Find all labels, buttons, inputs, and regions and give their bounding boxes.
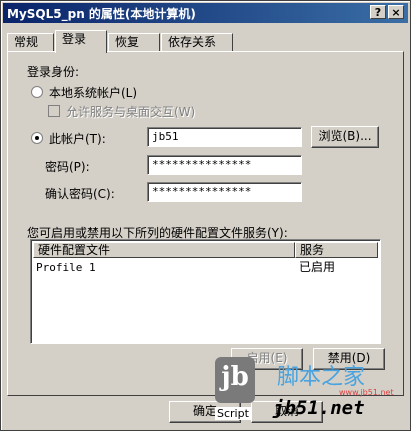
tab-general[interactable]: 常规 (7, 33, 54, 51)
column-header-profile[interactable]: 硬件配置文件 (33, 242, 295, 258)
tab-logon[interactable]: 登录 (55, 30, 107, 53)
site-watermark: jb Script 脚本之家 jb51.net www.jb51.net (215, 355, 411, 431)
account-input[interactable]: jb51 (147, 127, 302, 147)
hardware-profiles-list[interactable]: 硬件配置文件 服务 Profile 1 已启用 (30, 239, 381, 344)
logon-as-heading: 登录身份: (27, 65, 80, 79)
watermark-site-cn: 脚本之家 (277, 365, 366, 390)
radio-selected-dot (35, 136, 39, 140)
logon-panel: 登录身份: 本地系统帐户(L) 允许服务与桌面交互(W) 此帐户(T): jb5… (7, 51, 404, 396)
allow-desktop-checkbox[interactable] (48, 105, 60, 117)
help-button[interactable]: ? (370, 5, 386, 19)
watermark-script-text: Script (215, 407, 251, 420)
browse-button[interactable]: 浏览(B)... (311, 126, 379, 148)
table-row-profile[interactable]: Profile 1 (36, 260, 96, 275)
watermark-site-small: www.jb51.net (339, 388, 394, 397)
confirm-password-input[interactable]: *************** (147, 182, 302, 202)
tab-recovery-label: 恢复 (115, 35, 140, 49)
tab-recovery[interactable]: 恢复 (108, 33, 160, 51)
title-bar[interactable]: MySQL5_pn 的属性(本地计算机) ? × (3, 3, 408, 23)
this-account-radio[interactable] (31, 132, 43, 144)
table-row-service[interactable]: 已启用 (299, 260, 335, 275)
tab-dependencies-label: 依存关系 (168, 35, 217, 49)
close-button[interactable]: × (388, 5, 404, 19)
watermark-logo: jb (215, 357, 255, 403)
tab-dependencies[interactable]: 依存关系 (161, 33, 233, 51)
column-header-service[interactable]: 服务 (295, 242, 378, 258)
local-system-radio[interactable] (31, 86, 43, 98)
tab-logon-label: 登录 (62, 32, 87, 46)
password-label: 密码(P): (45, 160, 90, 174)
password-input[interactable]: *************** (147, 155, 302, 175)
local-system-label: 本地系统帐户(L) (49, 86, 138, 100)
window-title: MySQL5_pn 的属性(本地计算机) (7, 7, 196, 21)
tab-general-label: 常规 (14, 35, 39, 49)
confirm-password-label: 确认密码(C): (45, 187, 115, 201)
allow-desktop-label: 允许服务与桌面交互(W) (66, 105, 196, 119)
this-account-label: 此帐户(T): (49, 132, 106, 146)
watermark-site-url: jb51.net (273, 397, 365, 419)
properties-window: MySQL5_pn 的属性(本地计算机) ? × 常规 登录 恢复 依存关系 登… (0, 0, 411, 431)
